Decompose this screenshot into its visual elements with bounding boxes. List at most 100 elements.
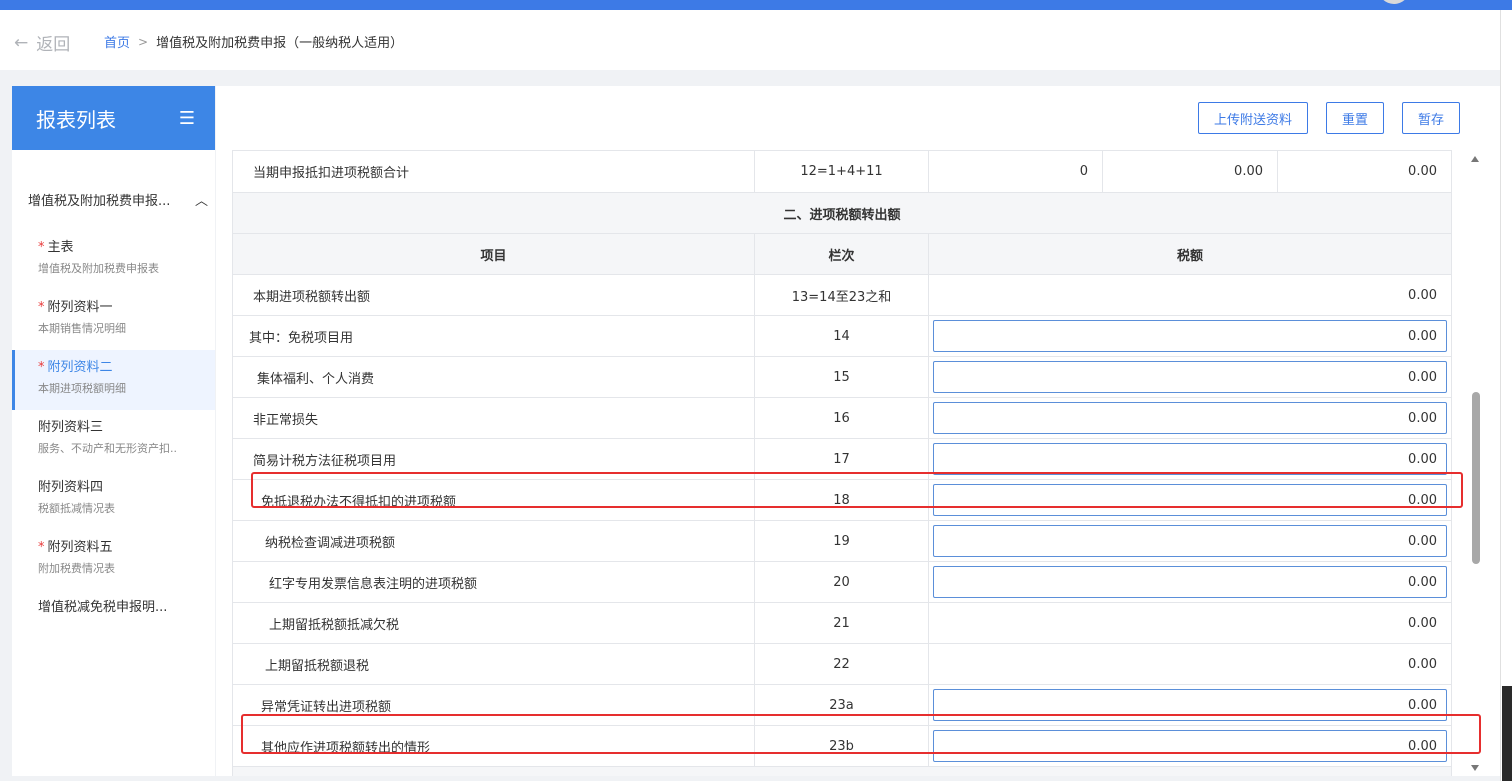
- row-column-number: 17: [754, 438, 929, 480]
- header-amount: 税额: [928, 233, 1452, 275]
- row-item-label: 其中：免税项目用: [232, 315, 755, 357]
- sidebar-item-name: 附列资料三: [38, 416, 215, 435]
- tax-amount-input[interactable]: [933, 566, 1447, 598]
- row-item-label: 当期申报抵扣进项税额合计: [232, 150, 755, 193]
- row-column-number: 21: [754, 602, 929, 644]
- section-header-row: 二、进项税额转出额: [232, 192, 1452, 234]
- table-row: 当期申报抵扣进项税额合计 12=1+4+11 0 0.00 0.00: [232, 150, 1452, 193]
- row-item-label: 其他应作进项税额转出的情形: [232, 725, 755, 767]
- row-amount-cell: [928, 520, 1452, 562]
- row-value-quantity: 0: [929, 151, 1103, 192]
- column-header-row: 项目 栏次 税额: [232, 233, 1452, 275]
- sidebar-item-label: 附列资料一: [47, 300, 113, 315]
- back-button[interactable]: ← 返回: [14, 30, 71, 56]
- table-row: 简易计税方法征税项目用 17: [232, 438, 1452, 480]
- row-item-label: 上期留抵税额退税: [232, 643, 755, 685]
- upload-attachments-button[interactable]: 上传附送资料: [1197, 102, 1308, 134]
- table-row: 上期留抵税额抵减欠税 21 0.00: [232, 602, 1452, 644]
- tax-amount-input[interactable]: [933, 689, 1447, 721]
- sidebar-item[interactable]: 增值税减免税申报明...: [12, 590, 215, 650]
- background-window-edge: [1502, 686, 1512, 781]
- sidebar-item[interactable]: * 附列资料二本期进项税额明细: [12, 350, 215, 410]
- table-row: 上期留抵税额退税 22 0.00: [232, 643, 1452, 685]
- table-row: 红字专用发票信息表注明的进项税额 20: [232, 561, 1452, 603]
- row-column-number: 12=1+4+11: [754, 150, 929, 193]
- tax-amount-input[interactable]: [933, 402, 1447, 434]
- row-amount-value: 0.00: [928, 643, 1452, 685]
- tax-amount-input[interactable]: [933, 361, 1447, 393]
- back-label: 返回: [36, 35, 71, 55]
- table-row: 其中：免税项目用 14: [232, 315, 1452, 357]
- sidebar-title: 报表列表: [36, 107, 116, 132]
- sidebar-group-toggle[interactable]: 增值税及附加税费申报... ︿: [28, 190, 208, 209]
- menu-collapse-icon[interactable]: ☰: [179, 108, 195, 129]
- row-value-tax: 0.00: [1408, 164, 1437, 179]
- row-amount-cell: [928, 397, 1452, 439]
- section-title: 二、进项税额转出额: [232, 192, 1452, 234]
- row-column-number: 22: [754, 643, 929, 685]
- row-item-label: 异常凭证转出进项税额: [232, 684, 755, 726]
- report-table-container[interactable]: 当期申报抵扣进项税额合计 12=1+4+11 0 0.00 0.00 二、进项税…: [232, 150, 1452, 776]
- sidebar-item-label: 附列资料五: [47, 540, 113, 555]
- row-column-number: 23a: [754, 684, 929, 726]
- row-column-number: 20: [754, 561, 929, 603]
- reset-button[interactable]: 重置: [1325, 102, 1384, 134]
- sidebar-item-desc: 税额抵减情况表: [38, 502, 115, 515]
- row-column-number: 18: [754, 479, 929, 521]
- row-item-label: 集体福利、个人消费: [232, 356, 755, 398]
- required-star: *: [38, 240, 45, 255]
- table-row: 免抵退税办法不得抵扣的进项税额 18: [232, 479, 1452, 521]
- sidebar-item-name: 增值税减免税申报明...: [38, 596, 215, 615]
- tax-amount-input[interactable]: [933, 484, 1447, 516]
- row-column-number: 15: [754, 356, 929, 398]
- window-edge: [1500, 10, 1512, 781]
- breadcrumb-home-link[interactable]: 首页: [104, 32, 130, 51]
- tax-amount-input[interactable]: [933, 443, 1447, 475]
- scroll-up-icon[interactable]: [1471, 156, 1479, 162]
- row-amount-value: 0.00: [928, 274, 1452, 316]
- sidebar-item-label: 附列资料四: [38, 480, 104, 495]
- scrollbar-thumb[interactable]: [1472, 392, 1480, 564]
- tax-amount-input[interactable]: [933, 320, 1447, 352]
- table-row: 非正常损失 16: [232, 397, 1452, 439]
- row-column-number: 23b: [754, 725, 929, 767]
- row-amount-cell: [928, 725, 1452, 767]
- row-amount-cell: [928, 315, 1452, 357]
- tax-amount-input[interactable]: [933, 730, 1447, 762]
- sidebar-item-desc: 本期进项税额明细: [38, 382, 126, 395]
- row-amount-cell: [928, 561, 1452, 603]
- save-draft-button[interactable]: 暂存: [1401, 102, 1460, 134]
- sidebar-item[interactable]: * 主表增值税及附加税费申报表: [12, 230, 215, 290]
- top-bar: [0, 0, 1512, 10]
- avatar[interactable]: [1378, 0, 1410, 4]
- required-star: *: [38, 360, 45, 375]
- sidebar-item-label: 附列资料三: [38, 420, 104, 435]
- breadcrumb-separator-icon: >: [138, 34, 149, 49]
- sidebar-items: * 主表 增值税及附加税费申报表 * 附列资料一 本期销售情况明细 * 附列资料二 本期进项税额…: [12, 230, 215, 650]
- sidebar-item-name: * 附列资料二: [38, 356, 215, 375]
- tax-amount-input[interactable]: [933, 525, 1447, 557]
- report-table: 当期申报抵扣进项税额合计 12=1+4+11 0 0.00 0.00 二、进项税…: [232, 150, 1452, 776]
- row-value-amount: 0.00: [1103, 151, 1278, 192]
- section-title: 三、待抵扣进项税额: [232, 766, 1452, 776]
- sidebar-group-label: 增值税及附加税费申报...: [28, 194, 171, 209]
- sidebar-item[interactable]: * 附列资料一本期销售情况明细: [12, 290, 215, 350]
- required-star: *: [38, 300, 45, 315]
- row-column-number: 14: [754, 315, 929, 357]
- sidebar-item[interactable]: 附列资料三 服务、不动产和无形资产扣..: [12, 410, 215, 470]
- row-column-number: 13=14至23之和: [754, 274, 929, 316]
- sidebar-item-desc: 本期销售情况明细: [38, 322, 126, 335]
- table-row: 异常凭证转出进项税额 23a: [232, 684, 1452, 726]
- main-panel: 上传附送资料 重置 暂存 当期申报抵扣进项税额合计 12=1+4+11 0 0.…: [216, 86, 1500, 776]
- sidebar-item-desc: 附加税费情况表: [38, 562, 115, 575]
- chevron-up-icon: ︿: [194, 194, 208, 209]
- scroll-down-icon[interactable]: [1471, 765, 1479, 771]
- sidebar-item-desc: 增值税及附加税费申报表: [38, 262, 159, 275]
- row-item-label: 红字专用发票信息表注明的进项税额: [232, 561, 755, 603]
- sidebar-item[interactable]: * 附列资料五 附加税费情况表: [12, 530, 215, 590]
- sidebar-header: 报表列表 ☰: [12, 86, 215, 150]
- sidebar-item-label: 主表: [47, 240, 74, 255]
- sidebar-item[interactable]: 附列资料四税额抵减情况表: [12, 470, 215, 530]
- table-row: 其他应作进项税额转出的情形 23b: [232, 725, 1452, 767]
- row-amount-cell: [928, 479, 1452, 521]
